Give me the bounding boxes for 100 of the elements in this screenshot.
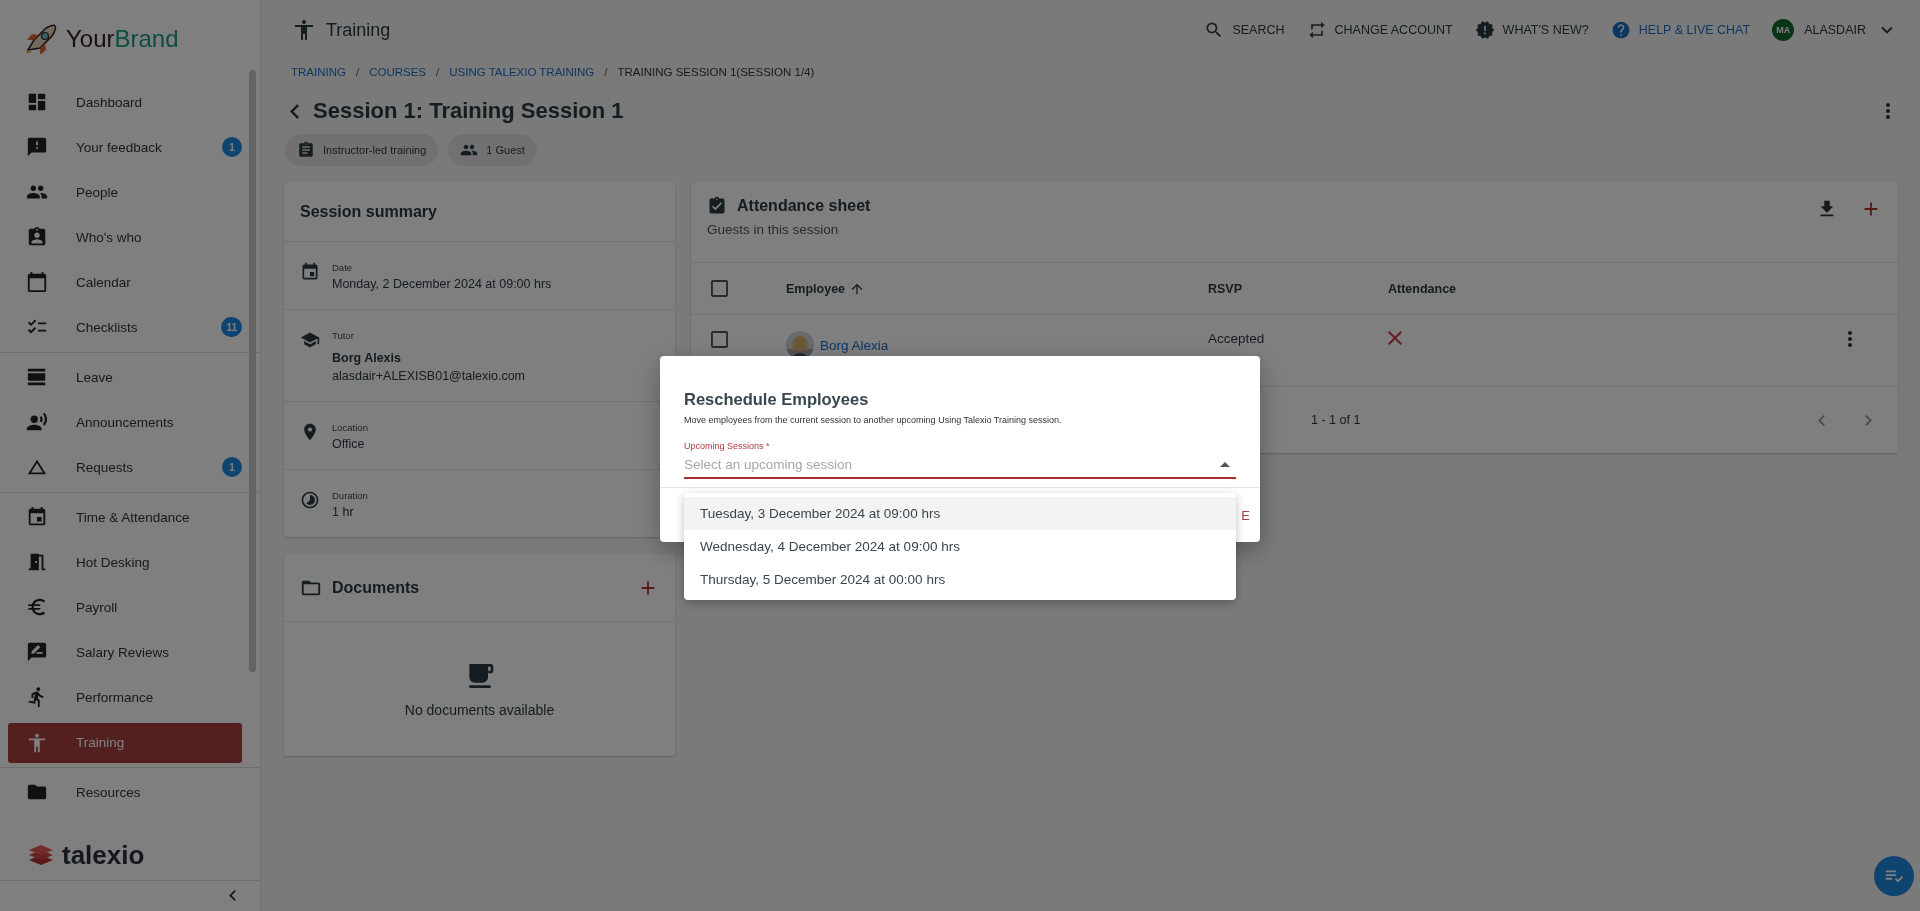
user-avatar: MA bbox=[1772, 19, 1795, 41]
sidebar-item[interactable]: Checklists 11 bbox=[8, 304, 242, 350]
speaking-person-icon bbox=[26, 411, 48, 433]
alert-badge-icon bbox=[1474, 20, 1495, 40]
sidebar-item-label: People bbox=[76, 184, 120, 200]
sidebar-item[interactable]: Hot Desking bbox=[8, 539, 242, 585]
breadcrumb-separator: / bbox=[355, 66, 360, 78]
card-subtitle: Guests in this session bbox=[707, 222, 840, 237]
table-cell-text: Accepted bbox=[1208, 331, 1266, 346]
field-label: Location bbox=[332, 422, 368, 433]
sidebar-item-label: Announcements bbox=[76, 414, 175, 430]
door-icon bbox=[26, 551, 48, 573]
euro-icon bbox=[26, 596, 48, 618]
caret-up-icon bbox=[1220, 461, 1230, 467]
empty-message: No documents available bbox=[404, 702, 555, 718]
column-header[interactable]: RSVP bbox=[1208, 281, 1388, 296]
clipboard-check-icon bbox=[707, 196, 727, 216]
info-chip: 1 Guest bbox=[448, 134, 537, 166]
breadcrumb-link[interactable]: USING TALEXIO TRAINING bbox=[449, 66, 595, 78]
count-badge: 1 bbox=[222, 137, 242, 157]
dialog-description: Move employees from the current session to another upcoming Using Talexio Training session. bbox=[684, 415, 1063, 425]
sidebar-item-label: Time & Attendance bbox=[76, 509, 191, 525]
sidebar-item-label: Performance bbox=[76, 689, 155, 705]
sidebar-item[interactable]: Calendar bbox=[8, 259, 242, 305]
sidebar-item-label: Salary Reviews bbox=[76, 644, 171, 660]
count-badge: 11 bbox=[221, 317, 242, 337]
checklist-fab[interactable] bbox=[1874, 856, 1914, 896]
previous-page-button[interactable] bbox=[1818, 414, 1825, 426]
sidebar-item[interactable]: Who's who bbox=[8, 214, 242, 260]
rocket-logo-icon bbox=[24, 23, 58, 54]
more-button[interactable] bbox=[1886, 103, 1890, 119]
dropdown-option[interactable]: Wednesday, 4 December 2024 at 09:00 hrs bbox=[684, 530, 1236, 563]
person-icon bbox=[292, 18, 316, 42]
sidebar-item[interactable]: Leave bbox=[8, 354, 242, 400]
back-icon bbox=[290, 103, 299, 119]
sidebar-item[interactable]: Performance bbox=[8, 674, 242, 720]
sidebar-item[interactable]: Payroll bbox=[8, 584, 242, 630]
checkbox-outline-icon bbox=[711, 280, 728, 297]
calendar-icon bbox=[300, 262, 320, 282]
breadcrumb-separator: / bbox=[604, 66, 608, 78]
brand-name: YourBrand bbox=[66, 24, 179, 53]
person-icon bbox=[26, 731, 48, 754]
more-icon bbox=[1848, 331, 1852, 347]
breadcrumb-link[interactable]: COURSES bbox=[369, 66, 427, 78]
field-value: Office bbox=[332, 437, 366, 451]
sidebar-item-label: Training bbox=[76, 735, 126, 750]
sidebar-item-label: Payroll bbox=[76, 599, 119, 615]
header-link[interactable]: CHANGE ACCOUNT bbox=[1306, 20, 1453, 40]
sidebar-item[interactable]: Dashboard bbox=[8, 79, 242, 125]
sidebar-item[interactable]: People bbox=[8, 169, 242, 215]
field-label: Duration bbox=[332, 490, 368, 501]
page-title: Session 1: Training Session 1 bbox=[313, 98, 624, 124]
checkbox-outline-icon bbox=[711, 331, 728, 348]
header-title: Training bbox=[326, 19, 391, 41]
header-link[interactable]: SEARCH bbox=[1204, 20, 1285, 40]
field-value: 1 hr bbox=[332, 505, 355, 519]
layers-logo-icon bbox=[28, 843, 54, 867]
clipboard-icon bbox=[297, 141, 315, 159]
calendar-icon bbox=[26, 506, 48, 528]
sidebar-item[interactable]: Resources bbox=[8, 769, 242, 815]
dialog-action-button[interactable]: E bbox=[1239, 503, 1252, 527]
session-select[interactable]: Select an upcoming session bbox=[684, 451, 1236, 479]
scrollbar[interactable] bbox=[249, 70, 256, 672]
user-menu[interactable]: MA ALASDAIR bbox=[1772, 19, 1898, 41]
dropdown-option[interactable]: Tuesday, 3 December 2024 at 09:00 hrs bbox=[684, 497, 1236, 530]
employee-link[interactable]: Borg Alexia bbox=[820, 337, 889, 353]
sidebar-item[interactable]: Training bbox=[8, 722, 242, 763]
sidebar-item-label: Checklists bbox=[76, 319, 139, 335]
sidebar-item-label: Hot Desking bbox=[76, 554, 151, 570]
field-value: Monday, 2 December 2024 at 09:00 hrs bbox=[332, 277, 552, 291]
dropdown-option[interactable]: Thursday, 5 December 2024 at 00:00 hrs bbox=[684, 563, 1236, 596]
sidebar-item[interactable]: Salary Reviews bbox=[8, 629, 242, 675]
breadcrumb-link[interactable]: TRAINING bbox=[291, 66, 346, 78]
sidebar-item[interactable]: Your feedback 1 bbox=[8, 124, 242, 170]
breadcrumb-link[interactable]: TRAINING SESSION 1(SESSION 1/4) bbox=[617, 66, 815, 78]
graduation-cap-icon bbox=[300, 330, 320, 350]
field-label: Upcoming Sessions * bbox=[684, 441, 771, 451]
sidebar-item-label: Leave bbox=[76, 369, 114, 385]
chevron-right-icon bbox=[1865, 414, 1872, 426]
sidebar-item[interactable]: Requests 1 bbox=[8, 444, 242, 490]
sidebar-item-label: Calendar bbox=[76, 274, 132, 290]
header-link[interactable]: HELP & LIVE CHAT bbox=[1610, 20, 1751, 40]
sidebar-item-label: Resources bbox=[76, 784, 142, 800]
field-label: Tutor bbox=[332, 330, 355, 341]
tutor-name: Borg Alexis bbox=[332, 351, 402, 365]
card-title: Documents bbox=[332, 578, 421, 597]
contact-card-icon bbox=[26, 226, 48, 248]
column-header[interactable]: Employee bbox=[786, 280, 1208, 297]
column-header[interactable]: Attendance bbox=[1388, 281, 1848, 296]
header-link[interactable]: WHAT'S NEW? bbox=[1474, 20, 1589, 40]
sidebar-item[interactable]: Time & Attendance bbox=[8, 494, 242, 540]
pagination-text: 1 - 1 of 1 bbox=[1311, 413, 1362, 427]
next-page-button[interactable] bbox=[1865, 414, 1872, 426]
breadcrumb-separator: / bbox=[436, 66, 440, 78]
more-icon bbox=[1886, 103, 1890, 119]
count-badge: 1 bbox=[222, 457, 242, 477]
company-logo-text: talexio bbox=[62, 839, 145, 871]
sidebar-item-label: Who's who bbox=[76, 229, 143, 245]
sidebar-item[interactable]: Announcements bbox=[8, 399, 242, 445]
dashboard-icon bbox=[26, 91, 48, 113]
